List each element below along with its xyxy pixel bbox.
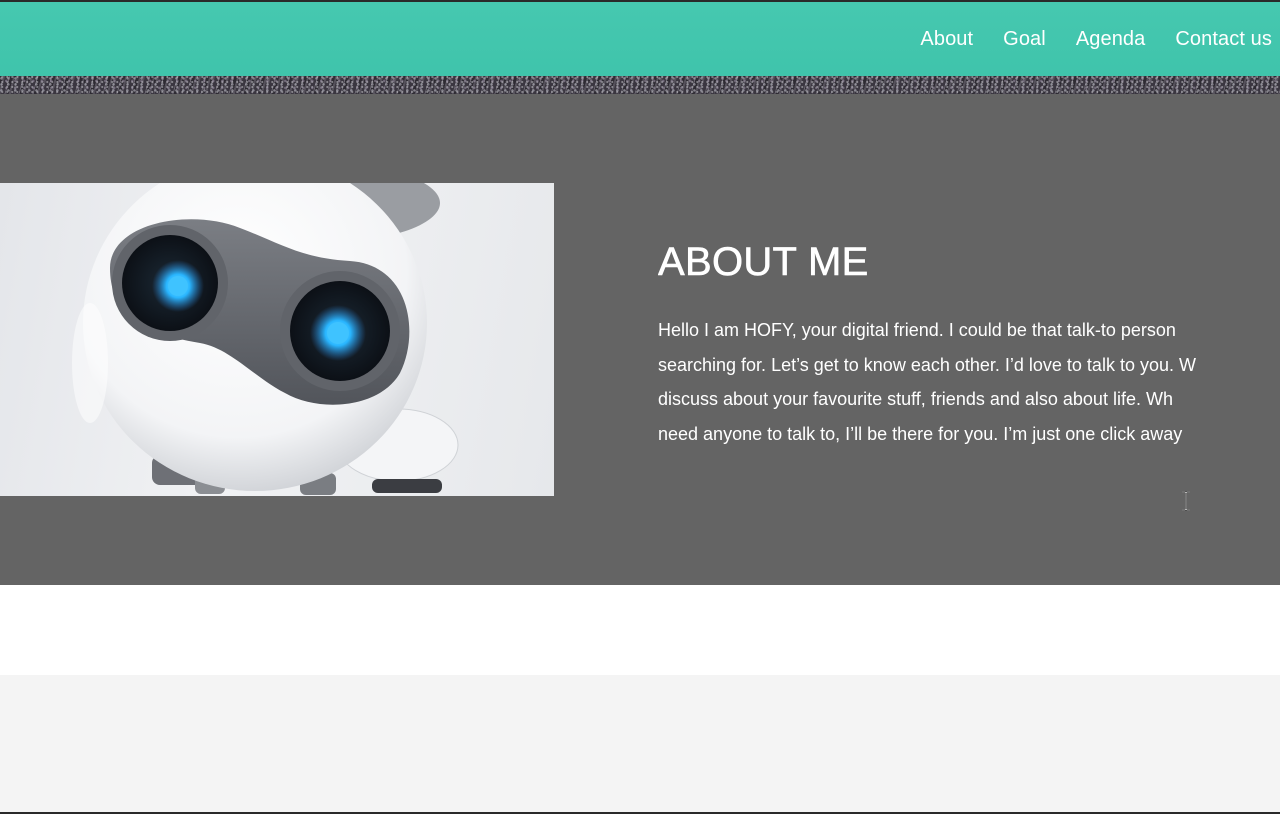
about-content: ABOUT ME Hello I am HOFY, your digital f… [658,234,1280,474]
nav-link-contact-us[interactable]: Contact us [1175,28,1272,51]
footer-area [0,675,1280,812]
nav-link-agenda[interactable]: Agenda [1076,28,1146,51]
robot-illustration [72,183,459,495]
nav-link-about[interactable]: About [920,28,973,51]
about-description: Hello I am HOFY, your digital friend. I … [658,313,1280,451]
nav-menu: About Goal Agenda Contact us [890,2,1272,76]
about-title: ABOUT ME [658,240,869,285]
about-line-2: searching for. Let’s get to know each ot… [658,354,1196,375]
text-cursor-icon [1182,491,1190,511]
white-spacer [0,585,1280,675]
about-section: ABOUT ME Hello I am HOFY, your digital f… [0,94,1280,585]
about-line-3: discuss about your favourite stuff, frie… [658,389,1173,409]
robot-image [0,183,554,496]
page: About Goal Agenda Contact us ABOUT ME He… [0,0,1280,814]
top-navbar: About Goal Agenda Contact us [0,0,1280,76]
about-line-1: Hello I am HOFY, your digital friend. I … [658,320,1176,340]
about-line-4: need anyone to talk to, I’ll be there fo… [658,423,1183,444]
nav-link-goal[interactable]: Goal [1003,28,1046,51]
header-texture-strip [0,76,1280,94]
